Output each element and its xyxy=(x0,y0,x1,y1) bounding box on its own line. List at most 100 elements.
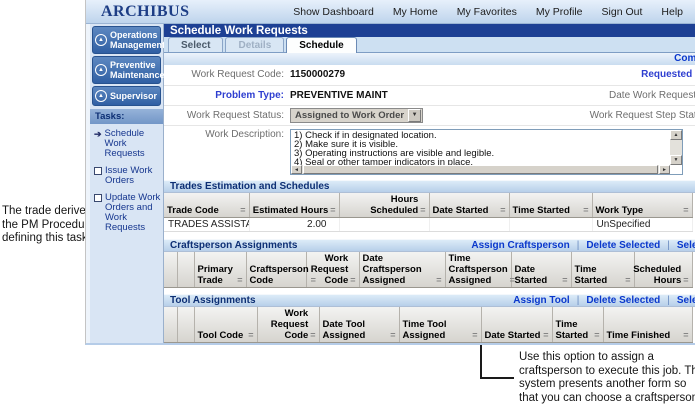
col-edit xyxy=(177,252,195,289)
sort-icon xyxy=(625,275,630,286)
select-all-link[interactable]: Select All xyxy=(660,240,695,251)
col-date-started[interactable]: Date Started xyxy=(511,252,572,289)
tool-table: Tool Code Work Request Code Date Tool As… xyxy=(164,306,693,343)
craftsperson-table: Primary Trade Craftsperson Code Work Req… xyxy=(164,252,693,289)
work-request-status-select[interactable]: Assigned to Work Order ▼ xyxy=(290,107,424,123)
horizontal-scrollbar[interactable]: ◄ ► xyxy=(291,164,670,174)
col-scheduled-hours[interactable]: Scheduled Hours xyxy=(633,252,693,289)
chevron-down-icon: ▼ xyxy=(408,108,422,122)
col-date-craftsperson-assigned[interactable]: Date Craftsperson Assigned xyxy=(359,252,446,289)
requested-by-label[interactable]: Requested by: xyxy=(450,69,695,80)
sort-icon xyxy=(350,275,355,286)
scroll-down-icon[interactable]: ▼ xyxy=(670,154,682,165)
delete-selected-link[interactable]: Delete Selected xyxy=(570,240,660,251)
work-request-code-label: Work Request Code: xyxy=(191,69,284,81)
col-time-tool-assigned[interactable]: Time Tool Assigned xyxy=(399,306,482,343)
panel-titlebar: Schedule Work Requests xyxy=(164,24,695,38)
complete-scheduling-link[interactable]: Complete Scheduling xyxy=(674,53,695,64)
work-request-form: Work Request Code: 1150000279 Requested … xyxy=(164,64,695,180)
scroll-right-icon[interactable]: ► xyxy=(659,164,670,174)
menu-my-home[interactable]: My Home xyxy=(393,6,438,18)
task-update-work-orders[interactable]: Update Work Orders and Work Requests xyxy=(90,188,163,235)
col-time-started[interactable]: Time Started xyxy=(509,192,593,218)
col-date-started[interactable]: Date Started xyxy=(429,192,510,218)
page-title: Schedule Work Requests xyxy=(170,24,308,37)
assign-tool-link[interactable]: Assign Tool xyxy=(513,295,569,306)
col-hours-scheduled[interactable]: Hours Scheduled xyxy=(339,192,430,218)
date-work-requested-label: Date Work Requested: xyxy=(609,89,695,101)
spacer xyxy=(164,231,695,240)
col-craftsperson-code[interactable]: Craftsperson Code xyxy=(246,252,309,289)
col-work-type[interactable]: Work Type xyxy=(592,192,693,218)
menu-sign-out[interactable]: Sign Out xyxy=(602,6,643,18)
sidebar-button-label: Operations Management xyxy=(110,30,166,50)
work-request-status-label: Work Request Status: xyxy=(186,109,284,121)
work-description-textarea[interactable]: 1) Check if in designated location. 2) M… xyxy=(290,128,683,175)
cell-hours-scheduled xyxy=(339,217,430,232)
cell-work-type: UnSpecified xyxy=(592,217,693,232)
col-trade-code[interactable]: Trade Code xyxy=(164,192,250,218)
col-time-started[interactable]: Time Started xyxy=(552,306,604,343)
sort-icon xyxy=(237,275,242,286)
task-schedule-work-requests[interactable]: ➔ Schedule Work Requests xyxy=(90,124,163,161)
task-label: Schedule Work Requests xyxy=(104,128,145,159)
col-edit xyxy=(177,306,195,343)
sort-icon xyxy=(594,330,599,341)
sort-icon xyxy=(330,205,335,216)
sidebar-button-operations-management[interactable]: ▲ Operations Management xyxy=(92,26,165,54)
scroll-up-icon[interactable]: ▲ xyxy=(670,129,682,140)
menu-show-dashboard[interactable]: Show Dashboard xyxy=(293,6,374,18)
col-time-finished[interactable]: Time Finished xyxy=(603,306,693,343)
assign-craftsperson-link[interactable]: Assign Craftsperson xyxy=(471,240,569,251)
sort-icon xyxy=(248,330,253,341)
section-title: Tool Assignments xyxy=(170,294,256,306)
col-primary-trade[interactable]: Primary Trade xyxy=(194,252,247,289)
menu-help[interactable]: Help xyxy=(661,6,683,18)
tab-details: Details xyxy=(225,37,285,53)
sort-icon xyxy=(472,330,477,341)
task-issue-work-orders[interactable]: Issue Work Orders xyxy=(90,161,163,188)
sidebar-button-supervisor[interactable]: ▲ Supervisor xyxy=(92,86,161,106)
sort-icon xyxy=(240,205,245,216)
sidebar: ▲ Operations Management ▲ Preventive Mai… xyxy=(86,24,165,343)
col-date-tool-assigned[interactable]: Date Tool Assigned xyxy=(319,306,400,343)
sort-icon xyxy=(420,205,425,216)
cell-time-started xyxy=(509,217,593,232)
select-all-link[interactable]: Select All xyxy=(660,295,695,306)
tab-select[interactable]: Select xyxy=(168,37,224,53)
topbar: ARCHIBUS Show Dashboard My Home My Favor… xyxy=(86,0,695,24)
work-request-step-status-label: Work Request Step Status: xyxy=(589,109,695,121)
cell-trade-code: TRADES ASSISTANT xyxy=(164,217,250,232)
checkbox-icon xyxy=(94,194,102,202)
work-request-code-value: 1150000279 xyxy=(290,69,346,81)
arrow-icon: ➔ xyxy=(94,129,102,139)
col-tool-code[interactable]: Tool Code xyxy=(194,306,258,343)
menu-my-profile[interactable]: My Profile xyxy=(536,6,583,18)
sort-icon xyxy=(543,330,548,341)
section-title: Trades Estimation and Schedules xyxy=(170,180,330,192)
problem-type-label[interactable]: Problem Type: xyxy=(164,90,290,101)
tool-links: Assign Tool Delete Selected Select All C… xyxy=(513,295,695,306)
sidebar-button-preventive-maintenance[interactable]: ▲ Preventive Maintenance xyxy=(92,56,165,84)
delete-selected-link[interactable]: Delete Selected xyxy=(570,295,660,306)
vertical-scrollbar[interactable]: ▲ ▼ xyxy=(670,129,682,165)
problem-type-value: PREVENTIVE MAINT xyxy=(290,89,388,101)
sort-icon xyxy=(583,205,588,216)
tab-schedule[interactable]: Schedule xyxy=(286,37,357,54)
collapse-arrow-icon: ▲ xyxy=(95,90,107,102)
col-work-request-code[interactable]: Work Request Code xyxy=(306,252,360,289)
col-time-started[interactable]: Time Started xyxy=(571,252,635,289)
sort-icon xyxy=(683,205,688,216)
trades-section-header: Trades Estimation and Schedules xyxy=(164,179,695,193)
col-estimated-hours[interactable]: Estimated Hours xyxy=(249,192,340,218)
col-date-started[interactable]: Date Started xyxy=(481,306,553,343)
sort-icon xyxy=(390,330,395,341)
col-work-request-code[interactable]: Work Request Code xyxy=(257,306,320,343)
scrollbar-thumb[interactable] xyxy=(303,164,658,174)
menu-my-favorites[interactable]: My Favorites xyxy=(457,6,517,18)
col-time-craftsperson-assigned[interactable]: Time Craftsperson Assigned xyxy=(445,252,512,289)
col-select xyxy=(164,252,178,289)
sidebar-button-label: Supervisor xyxy=(110,91,158,101)
cell-estimated-hours: 2.00 xyxy=(249,217,340,232)
scroll-left-icon[interactable]: ◄ xyxy=(291,164,302,174)
